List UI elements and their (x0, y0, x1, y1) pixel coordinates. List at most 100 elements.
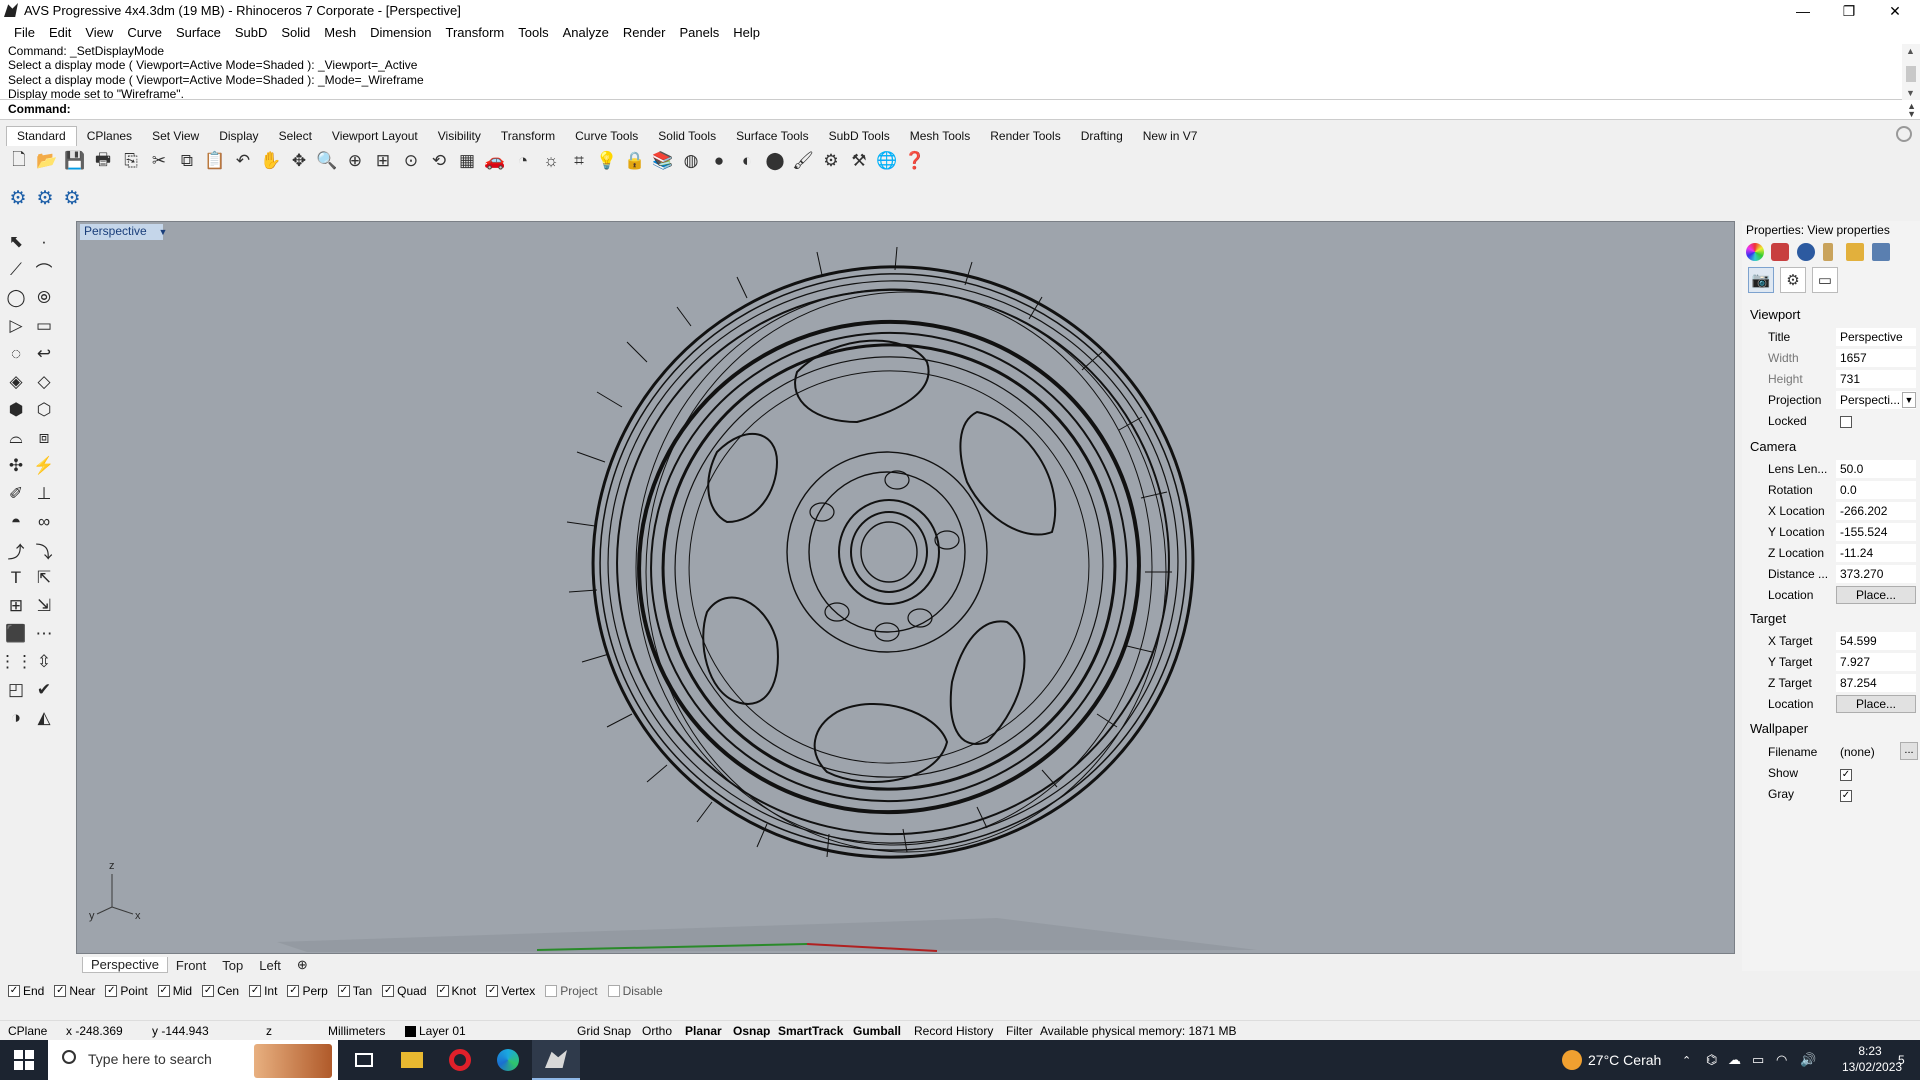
move-icon[interactable]: ✐ (2, 480, 30, 508)
undo-icon[interactable]: ↶ (230, 148, 256, 174)
globe-icon[interactable]: 🌐 (874, 148, 900, 174)
paste-icon[interactable]: 📋 (202, 148, 228, 174)
minimize-button[interactable]: — (1780, 0, 1826, 22)
block-icon[interactable]: ⬛ (2, 620, 30, 648)
viewport-tab-perspective[interactable]: Perspective (82, 957, 168, 973)
options-icon[interactable]: ⚒ (846, 148, 872, 174)
boolean-icon[interactable]: ◓ (2, 508, 30, 536)
osnap-checkbox[interactable]: ✓ (8, 985, 20, 997)
cut-icon[interactable]: ✂ (146, 148, 172, 174)
tab-set-view[interactable]: Set View (142, 127, 209, 146)
select-arrow-icon[interactable]: ⬉ (2, 228, 30, 256)
opera-icon[interactable] (436, 1040, 484, 1080)
osnap-mid[interactable]: ✓ Mid (157, 984, 192, 998)
menu-subd[interactable]: SubD (228, 23, 275, 43)
view-settings-icon[interactable]: ⚙ (1780, 267, 1806, 293)
osnap-disable[interactable]: Disable (607, 984, 663, 998)
task-view-icon[interactable] (340, 1040, 388, 1080)
tab-new-in-v7[interactable]: New in V7 (1133, 127, 1208, 146)
status-grid-snap[interactable]: Grid Snap (577, 1024, 631, 1038)
tab-curve-tools[interactable]: Curve Tools (565, 127, 648, 146)
clock[interactable]: 8:23 13/02/2023 (1842, 1043, 1902, 1075)
osnap-checkbox[interactable]: ✓ (337, 985, 350, 997)
volume-icon[interactable]: 🔊 (1800, 1040, 1816, 1080)
rhino-taskbar-icon[interactable] (532, 1040, 580, 1080)
osnap-checkbox[interactable] (607, 985, 620, 997)
rectangle-icon[interactable]: ▭ (30, 312, 58, 340)
dimension-icon[interactable]: ⋯ (30, 620, 58, 648)
command-input[interactable] (72, 101, 1892, 118)
menu-edit[interactable]: Edit (42, 23, 78, 43)
prop-y-location-value[interactable]: -155.524 (1836, 523, 1916, 541)
zoom-icon[interactable]: 🔍 (314, 148, 340, 174)
status-units[interactable]: Millimeters (328, 1024, 385, 1038)
notification-icon[interactable]: 5 (1898, 1040, 1905, 1080)
start-button[interactable] (14, 1050, 34, 1070)
gumball-icon[interactable]: ⇳ (30, 648, 58, 676)
fillet-icon[interactable]: ↩ (30, 340, 58, 368)
car-icon[interactable]: 🚗 (482, 148, 508, 174)
tab-visibility[interactable]: Visibility (428, 127, 491, 146)
curve-icon[interactable]: ⌒ (30, 256, 58, 284)
add-viewport-tab-icon[interactable]: ⊕ (289, 957, 316, 973)
osnap-checkbox[interactable] (545, 985, 558, 997)
network-icon[interactable]: ⌬ (1706, 1040, 1717, 1080)
prop-lens-value[interactable]: 50.0 (1836, 460, 1916, 478)
status-osnap[interactable]: Osnap (733, 1024, 770, 1038)
polygon-icon[interactable]: ▷ (2, 312, 30, 340)
spotlight-icon[interactable]: ◔ (510, 148, 536, 174)
scroll-down-icon[interactable]: ▼ (1906, 88, 1915, 98)
osnap-checkbox[interactable]: ✓ (382, 985, 395, 997)
menu-view[interactable]: View (78, 23, 120, 43)
prop-x-target-value[interactable]: 54.599 (1836, 632, 1916, 650)
osnap-int[interactable]: ✓ Int (249, 984, 277, 998)
folder-icon[interactable] (1846, 243, 1864, 261)
status-record-history[interactable]: Record History (914, 1024, 993, 1038)
tab-mesh-tools[interactable]: Mesh Tools (900, 127, 980, 146)
status-planar[interactable]: Planar (685, 1024, 722, 1038)
chevron-down-icon[interactable]: ▼ (1902, 392, 1916, 408)
prop-distance-value[interactable]: 373.270 (1836, 565, 1916, 583)
split-icon[interactable]: ∞ (30, 508, 58, 536)
show-checkbox[interactable]: ✓ (1840, 769, 1852, 781)
zoom-selected-icon[interactable]: ⊙ (398, 148, 424, 174)
four-viewports-icon[interactable]: ▦ (454, 148, 480, 174)
osnap-checkbox[interactable]: ✓ (157, 985, 170, 997)
weather-text[interactable]: 27°C Cerah (1588, 1040, 1661, 1080)
tab-select[interactable]: Select (269, 127, 322, 146)
menu-surface[interactable]: Surface (169, 23, 228, 43)
gear-blue-icon[interactable]: ⚙ (33, 186, 57, 210)
zoom-window-icon[interactable]: ⊕ (342, 148, 368, 174)
tab-solid-tools[interactable]: Solid Tools (648, 127, 726, 146)
viewport-tab-front[interactable]: Front (168, 958, 214, 973)
menu-render[interactable]: Render (616, 23, 673, 43)
help-icon[interactable]: ❓ (902, 148, 928, 174)
view-camera-icon[interactable]: 📷 (1748, 267, 1774, 293)
toolbar-settings-gear-icon[interactable] (1896, 126, 1912, 142)
osnap-checkbox[interactable]: ✓ (287, 985, 300, 997)
polyline-icon[interactable]: ⟋ (2, 256, 30, 284)
osnap-tan[interactable]: ✓ Tan (337, 984, 372, 998)
analyze-icon[interactable]: ◰ (2, 676, 30, 704)
menu-mesh[interactable]: Mesh (317, 23, 363, 43)
locked-checkbox[interactable] (1840, 416, 1852, 428)
menu-transform[interactable]: Transform (438, 23, 511, 43)
surface-icon[interactable]: ◈ (2, 368, 30, 396)
menu-panels[interactable]: Panels (672, 23, 726, 43)
lock-icon[interactable]: 🔒 (622, 148, 648, 174)
object-properties-icon[interactable] (1771, 243, 1789, 261)
menu-dimension[interactable]: Dimension (363, 23, 438, 43)
tab-drafting[interactable]: Drafting (1071, 127, 1133, 146)
tool-icon[interactable] (1823, 243, 1833, 261)
rendering-icon[interactable] (1797, 243, 1815, 261)
new-file-icon[interactable]: 🗋 (6, 148, 32, 174)
menu-file[interactable]: File (7, 23, 42, 43)
tab-cplanes[interactable]: CPlanes (77, 127, 142, 146)
osnap-perp[interactable]: ✓ Perp (287, 984, 328, 998)
solid-union-icon[interactable]: ⬡ (30, 396, 58, 424)
pan-hand-icon[interactable]: ✋ (258, 148, 284, 174)
osnap-checkbox[interactable]: ✓ (436, 985, 449, 997)
prop-z-location-value[interactable]: -11.24 (1836, 544, 1916, 562)
tab-display[interactable]: Display (209, 127, 268, 146)
status-gumball[interactable]: Gumball (853, 1024, 901, 1038)
